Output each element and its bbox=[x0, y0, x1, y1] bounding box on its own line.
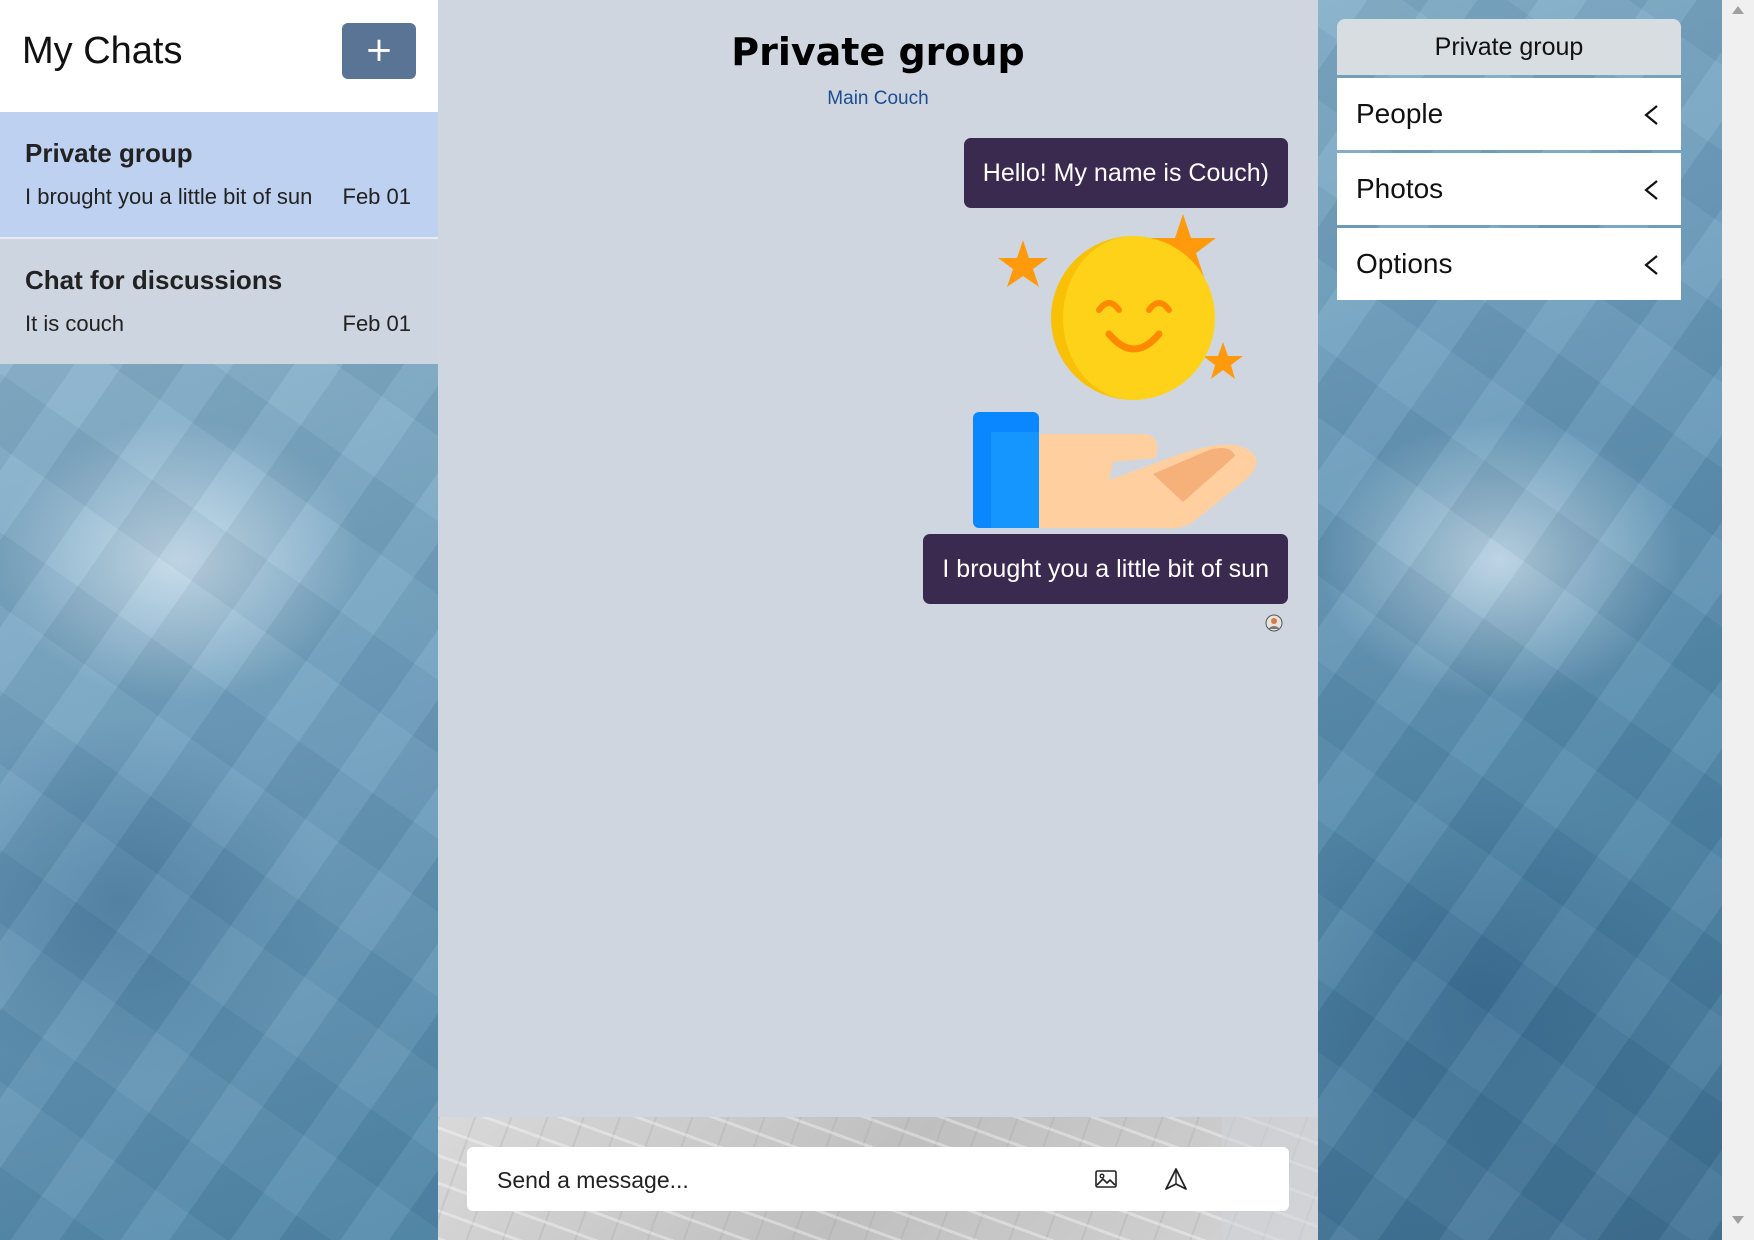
chat-date: Feb 01 bbox=[342, 311, 412, 336]
sun-sticker bbox=[973, 214, 1257, 529]
chat-item-chat-for-discussions[interactable]: Chat for discussions It is couch Feb 01 bbox=[0, 239, 438, 364]
chat-window: Private group Main Couch Hello! My name … bbox=[438, 0, 1318, 1240]
chat-subtitle: Main Couch bbox=[827, 88, 929, 109]
message-bubble: I brought you a little bit of sun bbox=[923, 534, 1288, 604]
plus-icon: + bbox=[364, 30, 394, 70]
send-icon[interactable] bbox=[1163, 1166, 1189, 1192]
chevron-left-icon bbox=[1644, 105, 1658, 125]
chat-preview: I brought you a little bit of sun bbox=[25, 184, 313, 209]
details-row-label: Options bbox=[1356, 248, 1453, 279]
chat-title: Private group bbox=[731, 30, 1025, 74]
message-bubble: Hello! My name is Couch) bbox=[963, 138, 1288, 208]
details-row-photos[interactable]: Photos bbox=[1337, 153, 1681, 225]
details-row-people[interactable]: People bbox=[1337, 78, 1681, 150]
composer-area bbox=[438, 1117, 1318, 1240]
chat-name: Private group bbox=[25, 138, 193, 168]
chat-item-private-group[interactable]: Private group I brought you a little bit… bbox=[0, 112, 438, 237]
chat-details-panel: Private group People Photos Options bbox=[1337, 19, 1681, 300]
sidebar-header: My Chats + bbox=[0, 0, 438, 112]
details-row-options[interactable]: Options bbox=[1337, 228, 1681, 300]
message-composer bbox=[467, 1147, 1289, 1213]
details-row-label: Photos bbox=[1356, 173, 1444, 204]
read-receipt-avatar bbox=[1265, 614, 1283, 632]
scroll-up-arrow[interactable] bbox=[1732, 6, 1744, 14]
page-scrollbar[interactable] bbox=[1722, 0, 1754, 1240]
sidebar-title: My Chats bbox=[22, 30, 183, 72]
message-input[interactable] bbox=[495, 1147, 1059, 1213]
details-row-label: People bbox=[1356, 98, 1444, 129]
chat-date: Feb 01 bbox=[342, 184, 412, 209]
chat-preview: It is couch bbox=[25, 311, 125, 336]
details-header: Private group bbox=[1337, 19, 1681, 75]
chat-name: Chat for discussions bbox=[25, 265, 283, 295]
new-chat-button[interactable]: + bbox=[342, 23, 416, 79]
chat-list-sidebar: My Chats + Private group I brought you a… bbox=[0, 0, 438, 364]
chevron-left-icon bbox=[1644, 180, 1658, 200]
chevron-left-icon bbox=[1644, 255, 1658, 275]
scroll-down-arrow[interactable] bbox=[1732, 1216, 1744, 1224]
image-icon[interactable] bbox=[1094, 1167, 1118, 1191]
